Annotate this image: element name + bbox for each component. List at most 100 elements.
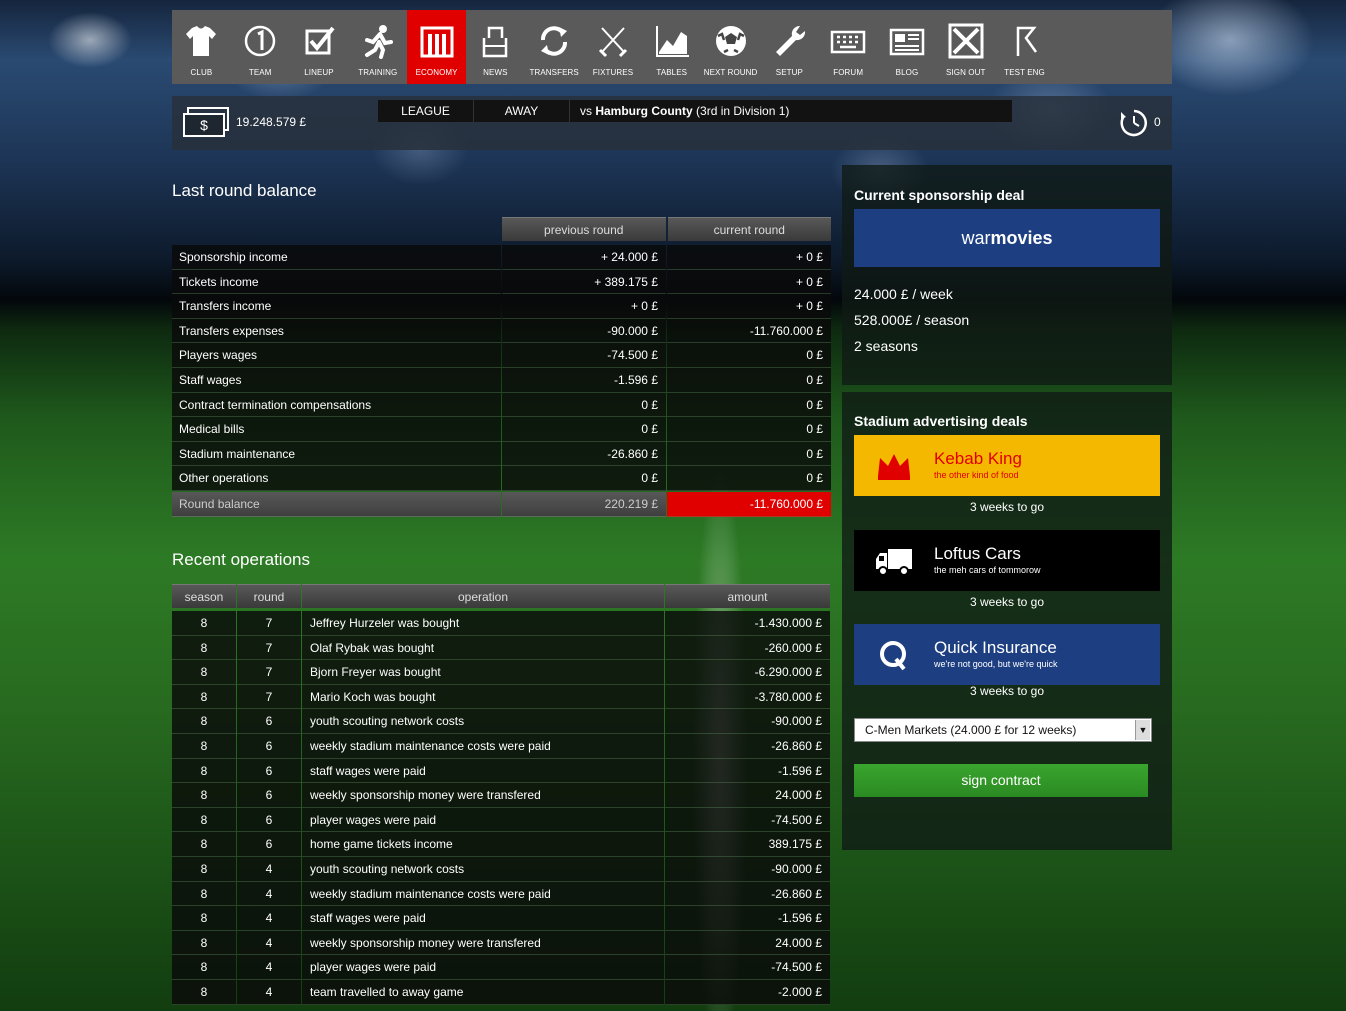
nav-label: FIXTURES xyxy=(592,68,634,77)
balance-row: Staff wages -1.596 £0 £ xyxy=(172,367,831,393)
balance-current: + 0 £ xyxy=(667,245,831,270)
op-amount: -74.500 £ xyxy=(665,955,830,980)
flag-icon xyxy=(1016,26,1037,56)
q-letter-icon xyxy=(880,641,906,671)
sponsor-seasons: 2 seasons xyxy=(854,338,918,354)
op-description: weekly stadium maintenance costs were pa… xyxy=(302,881,664,907)
nav-sign-out[interactable]: SIGN OUT xyxy=(936,10,995,84)
op-season: 8 xyxy=(172,709,236,734)
op-description: weekly sponsorship money were transfered xyxy=(302,930,664,956)
nav-transfers[interactable]: TRANSFERS xyxy=(525,10,584,84)
op-amount: -6.290.000 £ xyxy=(665,660,830,685)
nav-lineup[interactable]: LINEUP xyxy=(290,10,349,84)
balance-previous: -90.000 £ xyxy=(502,318,666,344)
balance-previous: -1.596 £ xyxy=(502,367,666,393)
nav-label: TRANSFERS xyxy=(529,68,579,77)
nav-club[interactable]: CLUB xyxy=(172,10,231,84)
close-icon xyxy=(948,23,984,59)
op-season: 8 xyxy=(172,684,236,710)
balance-row: Players wages -74.500 £0 £ xyxy=(172,343,831,368)
op-round: 4 xyxy=(237,979,301,1005)
sign-contract-button[interactable]: sign contract xyxy=(854,764,1148,797)
balance-previous: -26.860 £ xyxy=(502,441,666,467)
nav-blog[interactable]: BLOG xyxy=(878,10,937,84)
operation-row: 8 6 player wages were paid -74.500 £ xyxy=(172,807,831,833)
nav-label: TABLES xyxy=(656,68,688,77)
nav-forum[interactable]: FORUM xyxy=(819,10,878,84)
chevron-down-icon[interactable]: ▼ xyxy=(1135,720,1150,740)
op-round: 7 xyxy=(237,635,301,661)
op-description: Bjorn Freyer was bought xyxy=(302,660,664,685)
nav-test-eng[interactable]: TEST ENG xyxy=(995,10,1054,84)
nav-training[interactable]: TRAINING xyxy=(348,10,407,84)
op-description: Mario Koch was bought xyxy=(302,684,664,710)
col-operation[interactable]: operation xyxy=(302,584,664,608)
balance-total-current: -11.760.000 £ xyxy=(667,491,831,517)
ad-deal-select-value: C-Men Markets (24.000 £ for 12 weeks) xyxy=(865,723,1077,737)
balance-label: Contract termination compensations xyxy=(172,392,501,418)
match-competition: LEAGUE xyxy=(378,100,474,122)
op-description: home game tickets income xyxy=(302,832,664,857)
col-season[interactable]: season xyxy=(172,584,236,608)
op-season: 8 xyxy=(172,783,236,808)
op-round: 4 xyxy=(237,881,301,907)
ad-name: Kebab King xyxy=(934,449,1022,468)
operation-row: 8 4 youth scouting network costs -90.000 £ xyxy=(172,856,831,882)
balance-title: Last round balance xyxy=(172,181,317,200)
keyboard-icon xyxy=(830,30,866,54)
balance-row: Medical bills 0 £0 £ xyxy=(172,417,831,442)
nav-fixtures[interactable]: FIXTURES xyxy=(584,10,643,84)
op-season: 8 xyxy=(172,955,236,980)
nav-economy[interactable]: ECONOMY xyxy=(407,10,466,84)
economy-icon xyxy=(420,26,454,58)
ad-quick-insurance: Quick Insurance we're not good, but we'r… xyxy=(854,624,1160,685)
op-amount: -1.596 £ xyxy=(665,906,830,931)
col-round[interactable]: round xyxy=(237,584,301,608)
balance-current: 0 £ xyxy=(667,417,831,442)
op-season: 8 xyxy=(172,807,236,833)
op-season: 8 xyxy=(172,660,236,685)
match-venue: AWAY xyxy=(474,100,570,122)
balance-total-row: Round balance 220.219 £ -11.760.000 £ xyxy=(172,491,831,517)
nav-setup[interactable]: SETUP xyxy=(760,10,819,84)
op-description: team travelled to away game xyxy=(302,979,664,1005)
nav-team[interactable]: TEAM xyxy=(231,10,290,84)
money-icon: $ xyxy=(183,107,229,137)
nav-next-round[interactable]: NEXT ROUND xyxy=(701,10,760,84)
balance-row: Stadium maintenance -26.860 £0 £ xyxy=(172,441,831,467)
op-round: 4 xyxy=(237,930,301,956)
ad-weeks-left: 3 weeks to go xyxy=(969,500,1045,514)
op-round: 6 xyxy=(237,733,301,759)
nav-tables[interactable]: TABLES xyxy=(642,10,701,84)
op-description: Jeffrey Hurzeler was bought xyxy=(302,611,664,636)
balance-previous: 0 £ xyxy=(502,417,666,442)
nav-news[interactable]: NEWS xyxy=(466,10,525,84)
op-season: 8 xyxy=(172,856,236,882)
balance-previous: -74.500 £ xyxy=(502,343,666,368)
info-bar: $ 19.248.579 £ LEAGUE AWAY vs Hamburg Co… xyxy=(172,96,1172,150)
op-season: 8 xyxy=(172,635,236,661)
balance-previous: 0 £ xyxy=(502,392,666,418)
col-amount[interactable]: amount xyxy=(665,584,830,608)
op-season: 8 xyxy=(172,881,236,907)
nav-label: TRAINING xyxy=(358,68,398,77)
op-round: 4 xyxy=(237,955,301,980)
balance-current: 0 £ xyxy=(667,392,831,418)
balance-label: Tickets income xyxy=(172,269,501,295)
balance-label: Stadium maintenance xyxy=(172,441,501,467)
timer-icon[interactable] xyxy=(1118,107,1150,139)
op-amount: 24.000 £ xyxy=(665,930,830,956)
op-season: 8 xyxy=(172,611,236,636)
op-amount: -1.430.000 £ xyxy=(665,611,830,636)
balance-previous: + 0 £ xyxy=(502,294,666,319)
op-season: 8 xyxy=(172,758,236,784)
balance-previous: + 389.175 £ xyxy=(502,269,666,295)
operation-row: 8 7 Bjorn Freyer was bought -6.290.000 £ xyxy=(172,660,831,685)
ad-tagline: the other kind of food xyxy=(934,470,1019,480)
timer-value: 0 xyxy=(1154,115,1161,129)
ad-deal-select[interactable]: C-Men Markets (24.000 £ for 12 weeks) ▼ xyxy=(854,718,1152,742)
op-season: 8 xyxy=(172,906,236,931)
next-match-bar[interactable]: LEAGUE AWAY vs Hamburg County (3rd in Di… xyxy=(378,100,1012,122)
nav-label: LINEUP xyxy=(304,68,334,77)
operation-row: 8 7 Olaf Rybak was bought -260.000 £ xyxy=(172,635,831,661)
